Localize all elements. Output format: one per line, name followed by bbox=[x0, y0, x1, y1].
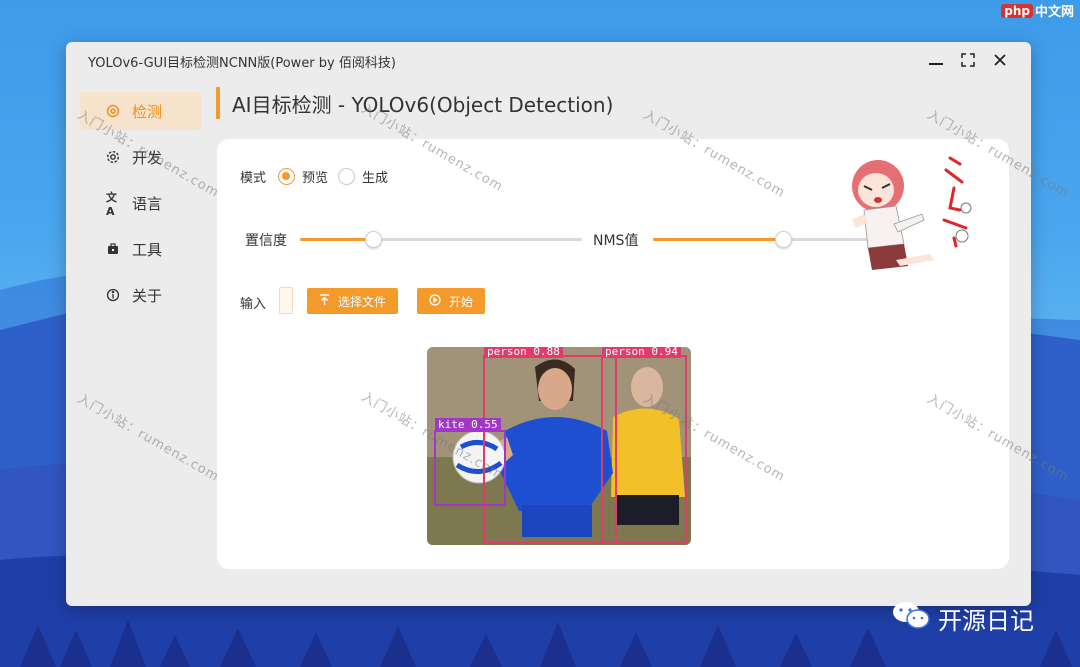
select-file-label: 选择文件 bbox=[338, 294, 387, 309]
sidebar-item-develop[interactable]: 开发 bbox=[80, 138, 201, 176]
radio-generate-label: 生成 bbox=[362, 171, 389, 186]
maximize-icon[interactable] bbox=[956, 49, 980, 71]
input-label: 输入 bbox=[240, 297, 267, 312]
app-window: YOLOv6-GUI目标检测NCNN版(Power by 佰阅科技) 检测 开发 bbox=[66, 42, 1031, 606]
detection-label-person-1: person 0.88 bbox=[484, 347, 563, 358]
gear-icon bbox=[106, 150, 120, 164]
detection-label-person-2: person 0.94 bbox=[602, 347, 681, 358]
brand-overlay: 开源日记 bbox=[892, 600, 1034, 636]
nms-label: NMS值 bbox=[593, 233, 639, 249]
brand-text: 开源日记 bbox=[938, 606, 1034, 635]
radio-preview[interactable] bbox=[278, 168, 296, 185]
window-title: YOLOv6-GUI目标检测NCNN版(Power by 佰阅科技) bbox=[88, 56, 396, 71]
detection-preview-image: person 0.88 person 0.94 kite 0.55 bbox=[427, 347, 691, 545]
sidebar-item-language[interactable]: 文A 语言 bbox=[80, 184, 201, 222]
anime-mascot-image bbox=[838, 148, 978, 288]
confidence-slider-thumb[interactable] bbox=[365, 231, 383, 248]
select-file-button[interactable]: 选择文件 bbox=[307, 288, 399, 314]
page-title: AI目标检测 - YOLOv6(Object Detection) bbox=[232, 92, 614, 117]
sidebar-item-tools[interactable]: 工具 bbox=[80, 230, 201, 268]
preview-scene bbox=[427, 347, 691, 545]
nms-slider-thumb[interactable] bbox=[774, 231, 792, 248]
start-label: 开始 bbox=[449, 294, 474, 309]
play-circle-icon bbox=[429, 293, 441, 309]
radio-generate[interactable] bbox=[338, 168, 356, 185]
page-header: AI目标检测 - YOLOv6(Object Detection) bbox=[216, 87, 613, 119]
sidebar-item-label: 工具 bbox=[132, 240, 163, 259]
toolbox-icon bbox=[106, 242, 120, 256]
php-site-badge: php 中文网 bbox=[1001, 1, 1074, 20]
mode-label: 模式 bbox=[240, 171, 267, 186]
sidebar-item-label: 开发 bbox=[132, 148, 163, 167]
sidebar-item-label: 检测 bbox=[132, 102, 163, 121]
sidebar-item-label: 语言 bbox=[132, 194, 163, 213]
info-icon bbox=[106, 288, 120, 302]
radio-preview-label: 预览 bbox=[302, 171, 329, 186]
sidebar-item-detect[interactable]: 检测 bbox=[80, 92, 201, 130]
sidebar-item-label: 关于 bbox=[132, 286, 163, 305]
translate-icon: 文A bbox=[106, 190, 117, 218]
sidebar: 检测 开发 文A 语言 工具 关于 bbox=[80, 92, 201, 322]
sidebar-item-about[interactable]: 关于 bbox=[80, 276, 201, 314]
header-accent-bar bbox=[216, 87, 220, 119]
upload-icon bbox=[319, 293, 330, 309]
start-button[interactable]: 开始 bbox=[417, 288, 486, 314]
mode-row: 模式 预览 生成 bbox=[240, 167, 392, 186]
php-badge-text: 中文网 bbox=[1034, 5, 1074, 20]
wechat-icon bbox=[892, 600, 930, 636]
confidence-label: 置信度 bbox=[245, 233, 287, 249]
minimize-icon[interactable] bbox=[924, 49, 948, 71]
title-bar[interactable]: YOLOv6-GUI目标检测NCNN版(Power by 佰阅科技) bbox=[66, 42, 1031, 78]
confidence-slider[interactable] bbox=[300, 231, 582, 248]
detection-label-kite: kite 0.55 bbox=[435, 418, 501, 431]
php-badge-logo: php bbox=[1001, 3, 1033, 18]
close-icon[interactable] bbox=[988, 49, 1012, 71]
detect-icon bbox=[106, 104, 120, 118]
input-field[interactable] bbox=[279, 287, 293, 314]
